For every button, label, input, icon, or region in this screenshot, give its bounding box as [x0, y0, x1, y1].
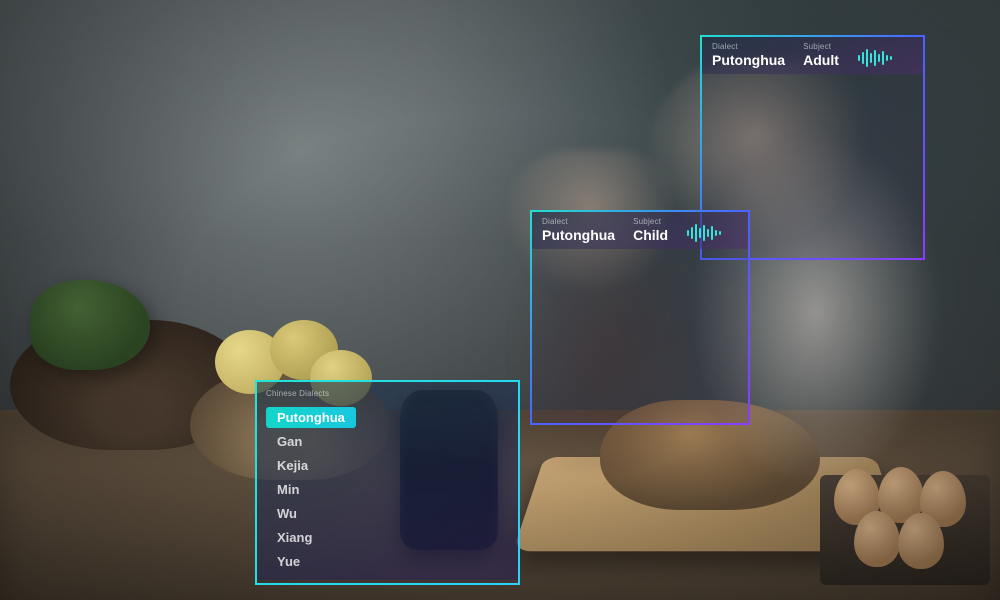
dialect-option-wu[interactable]: Wu — [266, 503, 308, 524]
dialect-option-kejia[interactable]: Kejia — [266, 455, 319, 476]
dialect-value: Putonghua — [542, 227, 615, 243]
dialect-option-gan[interactable]: Gan — [266, 431, 313, 452]
egg-carton — [820, 475, 990, 585]
detection-header-adult: Dialect Putonghua Subject Adult — [702, 37, 923, 74]
subject-field: Subject Adult — [803, 42, 839, 68]
egg — [898, 513, 944, 569]
dialect-field: Dialect Putonghua — [712, 42, 785, 68]
dialect-field: Dialect Putonghua — [542, 217, 615, 243]
audio-waveform-icon — [686, 223, 722, 243]
dialect-label: Dialect — [542, 217, 615, 226]
dialect-option-min[interactable]: Min — [266, 479, 310, 500]
dialect-panel: Chinese Dialects Putonghua Gan Kejia Min… — [257, 382, 518, 580]
egg — [854, 511, 900, 567]
detection-box-device: Chinese Dialects Putonghua Gan Kejia Min… — [255, 380, 520, 585]
subject-field: Subject Child — [633, 217, 668, 243]
dialect-option-yue[interactable]: Yue — [266, 551, 311, 572]
dialect-option-putonghua[interactable]: Putonghua — [266, 407, 356, 428]
dialect-label: Dialect — [712, 42, 785, 51]
detection-box-child: Dialect Putonghua Subject Child — [530, 210, 750, 425]
subject-value: Adult — [803, 52, 839, 68]
dialect-list: Putonghua Gan Kejia Min Wu Xiang Yue — [266, 407, 509, 572]
detection-header-child: Dialect Putonghua Subject Child — [532, 212, 748, 249]
dialect-value: Putonghua — [712, 52, 785, 68]
leafy-vegetable — [30, 280, 150, 370]
subject-label: Subject — [633, 217, 668, 226]
dialect-option-xiang[interactable]: Xiang — [266, 527, 323, 548]
dialect-list-label: Chinese Dialects — [266, 389, 509, 398]
audio-waveform-icon — [857, 48, 893, 68]
subject-value: Child — [633, 227, 668, 243]
subject-label: Subject — [803, 42, 839, 51]
